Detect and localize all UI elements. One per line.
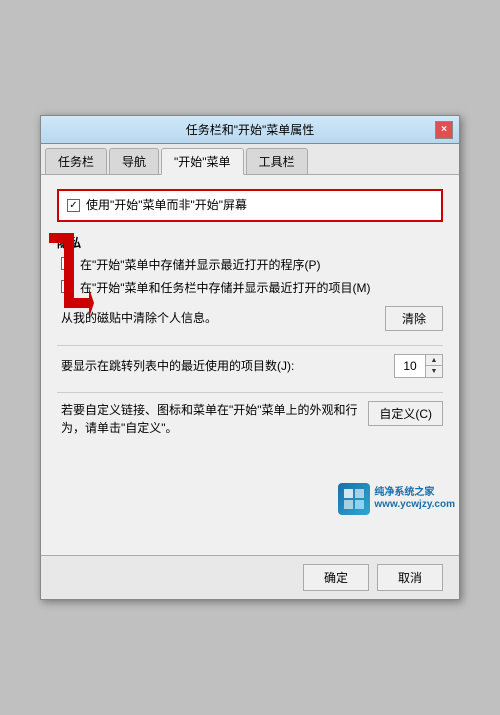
watermark-icon [342,487,366,511]
watermark: 纯净系统之家 www.ycwjzy.com [338,483,455,515]
clear-button[interactable]: 清除 [385,306,443,331]
watermark-url: www.ycwjzy.com [374,499,455,511]
window-title: 任务栏和"开始"菜单属性 [65,121,435,138]
customize-button[interactable]: 自定义(C) [368,401,443,426]
cancel-button[interactable]: 取消 [377,564,443,591]
tab-bar: 任务栏 导航 "开始"菜单 工具栏 [41,144,459,175]
divider1 [57,345,443,346]
title-bar-buttons: × [435,121,453,139]
recent-items-label: 要显示在跳转列表中的最近使用的项目数(J): [61,358,394,375]
highlight-option-box: 使用"开始"菜单而非"开始"屏幕 [57,189,443,222]
recent-items-row: 要显示在跳转列表中的最近使用的项目数(J): ▲ ▼ [57,354,443,378]
privacy-option1-row: 在"开始"菜单中存储并显示最近打开的程序(P) [57,257,443,274]
spinner-buttons: ▲ ▼ [425,355,442,377]
recent-items-spinner: ▲ ▼ [394,354,443,378]
tab-toolbar[interactable]: 工具栏 [246,148,308,174]
privacy-option2-label: 在"开始"菜单和任务栏中存储并显示最近打开的项目(M) [80,280,371,297]
properties-window: 任务栏和"开始"菜单属性 × 任务栏 导航 "开始"菜单 工具栏 使用"开始"菜… [40,115,460,600]
clear-label: 从我的磁贴中清除个人信息。 [61,310,217,327]
privacy-title: 隐私 [57,234,443,251]
watermark-line1: 纯净系统之家 [374,487,455,499]
customize-row: 若要自定义链接、图标和菜单在"开始"菜单上的外观和行为，请单击"自定义"。 自定… [57,401,443,437]
privacy-option2-row: 在"开始"菜单和任务栏中存储并显示最近打开的项目(M) [57,280,443,297]
start-menu-checkbox[interactable] [67,199,80,212]
watermark-text-block: 纯净系统之家 www.ycwjzy.com [374,487,455,511]
privacy-option1-checkbox[interactable] [61,257,74,270]
footer: 确定 取消 [41,555,459,599]
recent-items-input[interactable] [395,355,425,377]
privacy-section: 隐私 在"开始"菜单中存储并显示最近打开的程序(P) 在"开始"菜单和任务栏中存… [57,234,443,297]
customize-text: 若要自定义链接、图标和菜单在"开始"菜单上的外观和行为，请单击"自定义"。 [61,401,358,437]
close-button[interactable]: × [435,121,453,139]
ok-button[interactable]: 确定 [303,564,369,591]
watermark-logo [338,483,370,515]
clear-row: 从我的磁贴中清除个人信息。 清除 [57,306,443,331]
title-bar: 任务栏和"开始"菜单属性 × [41,116,459,144]
content-area: 使用"开始"菜单而非"开始"屏幕 隐私 在"开始"菜单中存储并显示最近打开的程序… [41,175,459,555]
tab-start-menu[interactable]: "开始"菜单 [161,148,244,175]
spinner-up-button[interactable]: ▲ [426,355,442,366]
privacy-option1-label: 在"开始"菜单中存储并显示最近打开的程序(P) [80,257,321,274]
tab-nav[interactable]: 导航 [109,148,159,174]
privacy-option2-checkbox[interactable] [61,280,74,293]
spinner-down-button[interactable]: ▼ [426,366,442,377]
start-menu-option-label: 使用"开始"菜单而非"开始"屏幕 [86,197,247,214]
divider2 [57,392,443,393]
tab-taskbar[interactable]: 任务栏 [45,148,107,174]
